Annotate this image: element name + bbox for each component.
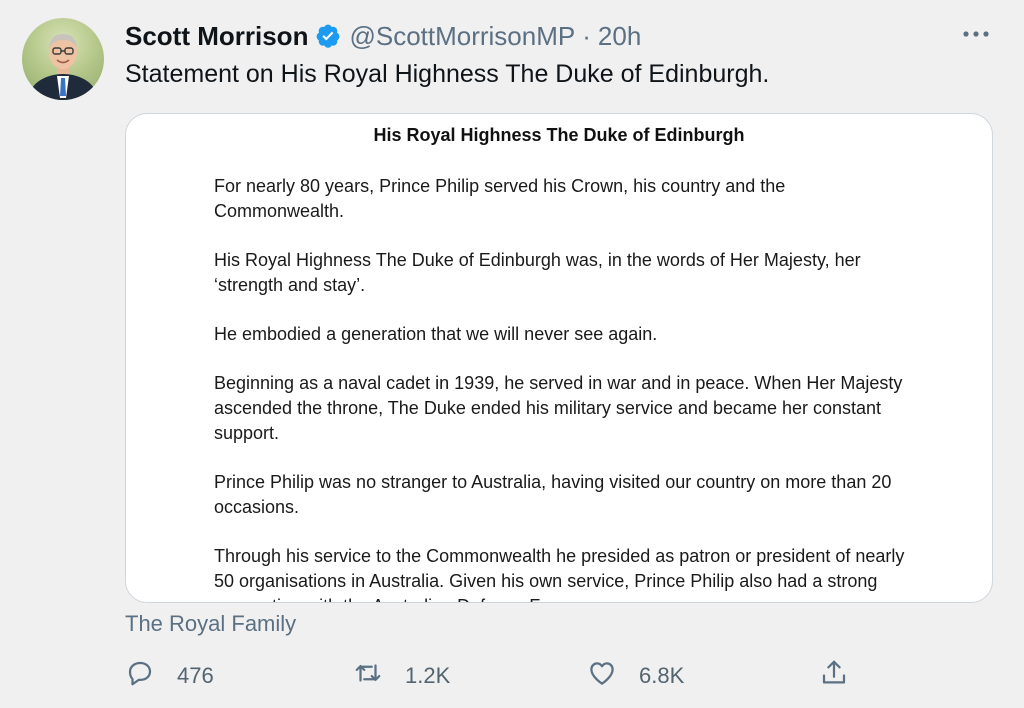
reply-button[interactable]: 476 (125, 656, 214, 696)
like-count: 6.8K (639, 663, 685, 688)
avatar[interactable] (22, 18, 104, 100)
card-paragraph: For nearly 80 years, Prince Philip serve… (214, 176, 786, 221)
retweet-icon (353, 658, 383, 694)
card-body: For nearly 80 years, Prince Philip serve… (214, 174, 914, 602)
tweet-actions: 476 1.2K 6.8K (125, 656, 865, 696)
like-button[interactable]: 6.8K (587, 656, 684, 696)
statement-image-card[interactable]: His Royal Highness The Duke of Edinburgh… (125, 113, 993, 603)
card-paragraph: Beginning as a naval cadet in 1939, he s… (214, 373, 903, 443)
like-icon (587, 658, 617, 694)
card-paragraph: Through his service to the Commonwealth … (214, 546, 905, 602)
verified-badge-icon (315, 23, 341, 49)
share-button[interactable] (819, 656, 849, 696)
source-link[interactable]: The Royal Family (125, 611, 296, 637)
tweet-header: Scott Morrison @ScottMorrisonMP · 20h (125, 18, 641, 54)
author-handle[interactable]: @ScottMorrisonMP (349, 21, 575, 52)
share-icon (819, 658, 849, 694)
card-paragraph: He embodied a generation that we will ne… (214, 324, 658, 344)
more-options-icon[interactable] (958, 22, 994, 46)
reply-icon (125, 658, 155, 694)
tweet-text: Statement on His Royal Highness The Duke… (125, 60, 770, 88)
retweet-count: 1.2K (405, 663, 451, 688)
retweet-button[interactable]: 1.2K (353, 656, 450, 696)
author-name[interactable]: Scott Morrison (125, 21, 308, 52)
timestamp[interactable]: 20h (598, 21, 641, 52)
separator: · (582, 20, 591, 51)
card-paragraph: Prince Philip was no stranger to Austral… (214, 472, 892, 517)
card-paragraph: His Royal Highness The Duke of Edinburgh… (214, 250, 861, 295)
reply-count: 476 (177, 663, 214, 688)
card-title: His Royal Highness The Duke of Edinburgh (373, 125, 745, 145)
